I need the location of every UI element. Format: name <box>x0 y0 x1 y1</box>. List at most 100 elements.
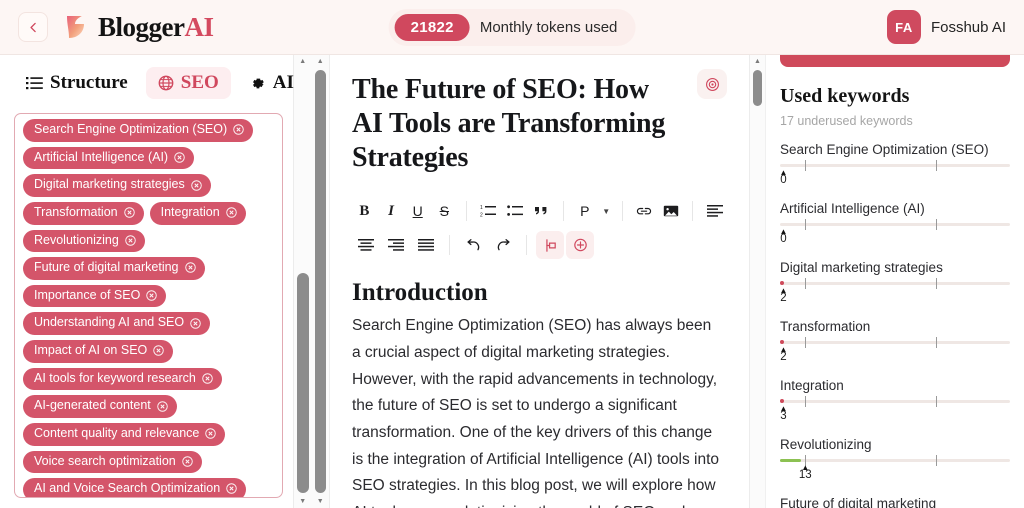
target-icon <box>705 77 719 91</box>
document-body[interactable]: Introduction Search Engine Optimization … <box>330 263 749 508</box>
keyword-tag[interactable]: Integration <box>149 201 246 225</box>
left-panel: Structure SEO AI Search Engine Optimizat… <box>0 55 294 508</box>
align-right-button[interactable] <box>382 231 410 259</box>
keyword-tag[interactable]: Voice search optimization <box>23 450 202 474</box>
right-scroll-track[interactable] <box>750 68 765 508</box>
remove-keyword-icon[interactable] <box>225 207 237 218</box>
remove-keyword-icon[interactable] <box>233 124 244 136</box>
keyword-tag[interactable]: Revolutionizing <box>23 229 145 253</box>
right-scroll-up-arrow-icon[interactable]: ▲ <box>750 55 765 68</box>
remove-keyword-icon[interactable] <box>174 152 185 163</box>
right-scroll-thumb[interactable] <box>753 70 762 106</box>
remove-keyword-icon[interactable] <box>182 456 193 467</box>
page-break-button[interactable] <box>536 231 564 260</box>
keyword-tag[interactable]: AI-generated content <box>23 395 177 418</box>
keyword-usage-label: Search Engine Optimization (SEO) <box>780 142 989 157</box>
remove-keyword-icon[interactable] <box>202 373 213 384</box>
align-justify-button[interactable] <box>412 231 440 259</box>
keyword-tag[interactable]: Understanding AI and SEO <box>23 312 211 335</box>
target-button[interactable] <box>697 69 727 99</box>
toolbar-row-2 <box>352 231 727 260</box>
panel-subtitle: 17 underused keywords <box>780 114 913 128</box>
tab-seo[interactable]: SEO <box>145 67 231 99</box>
scroll-track-inner[interactable] <box>312 68 330 495</box>
keyword-tag[interactable]: Importance of SEO <box>23 284 167 308</box>
keyword-usage-value-wrap: ▲ 2 <box>779 285 1010 305</box>
slider-start-dot <box>780 398 784 403</box>
tab-structure-label: Structure <box>50 72 128 93</box>
scrollbar-inner[interactable]: ▲ ▼ <box>311 55 330 508</box>
undo-button[interactable] <box>459 231 487 259</box>
keyword-tag[interactable]: Digital marketing strategies <box>23 174 211 197</box>
keyword-tag[interactable]: Impact of AI on SEO <box>23 340 174 363</box>
link-button[interactable] <box>632 197 657 225</box>
keyword-tag[interactable]: Future of digital marketing <box>23 257 205 280</box>
keyword-usage-value-wrap: ▲ 0 <box>779 226 1010 246</box>
right-panel-content: Used keywords 17 underused keywords Sear… <box>766 55 1024 508</box>
editor-toolbar: B I U S 1 2 P ▼ <box>352 191 727 263</box>
remove-keyword-icon[interactable] <box>190 317 201 329</box>
keyword-tag[interactable]: AI tools for keyword research <box>23 367 222 391</box>
primary-action-button[interactable] <box>780 55 1010 67</box>
scroll-down-arrow-icon[interactable]: ▼ <box>294 495 312 508</box>
brand-suffix-text: AI <box>184 11 214 42</box>
remove-keyword-icon[interactable] <box>125 235 136 246</box>
remove-keyword-icon[interactable] <box>153 345 164 357</box>
keyword-tag[interactable]: Content quality and relevance <box>23 422 226 446</box>
token-count-badge: 21822 <box>394 13 470 41</box>
insert-ai-button[interactable] <box>566 231 594 260</box>
scrollbar-outer[interactable]: ▲ ▼ <box>294 55 312 508</box>
remove-keyword-icon[interactable] <box>226 483 237 495</box>
bold-button[interactable]: B <box>352 197 377 225</box>
scroll-up-arrow-icon[interactable]: ▲ <box>294 55 312 68</box>
keyword-usage-value-wrap: ▲ 2 <box>779 344 1010 364</box>
redo-button[interactable] <box>489 231 517 259</box>
keyword-usage-row: Integration ▲ 3 <box>779 378 1010 423</box>
keyword-tag-label: Digital marketing strategies <box>34 177 185 192</box>
document-header: The Future of SEO: How AI Tools are Tran… <box>330 55 749 175</box>
ordered-list-button[interactable]: 1 2 <box>476 197 501 225</box>
brand-logo[interactable]: BloggerAI <box>62 12 214 43</box>
remove-keyword-icon[interactable] <box>205 428 217 439</box>
keyword-usage-value: 2 <box>780 292 787 304</box>
keyword-tag[interactable]: Search Engine Optimization (SEO) <box>23 119 254 142</box>
keyword-usage-value-wrap: ▲ 0 <box>779 167 1010 187</box>
remove-keyword-icon[interactable] <box>146 290 158 301</box>
chevron-down-icon[interactable]: ▼ <box>599 207 613 216</box>
paragraph-style-button[interactable]: P <box>572 197 597 225</box>
blockquote-button[interactable] <box>529 197 554 225</box>
bullet-list-button[interactable] <box>502 197 527 225</box>
remove-keyword-icon[interactable] <box>157 400 168 412</box>
scroll-thumb-outer[interactable] <box>297 272 309 493</box>
scroll-down-arrow-icon-2[interactable]: ▼ <box>312 495 330 508</box>
keyword-tag-box[interactable]: Search Engine Optimization (SEO) Artifici… <box>14 113 283 498</box>
remove-keyword-icon[interactable] <box>184 262 196 274</box>
scroll-thumb-inner[interactable] <box>314 70 326 493</box>
underline-button[interactable]: U <box>405 197 430 225</box>
list-icon <box>26 76 43 90</box>
keyword-tag-label: Integration <box>160 204 220 219</box>
toolbar-separator-6 <box>526 235 527 256</box>
italic-button[interactable]: I <box>379 197 404 225</box>
user-menu[interactable]: FA Fosshub AI <box>886 10 1006 44</box>
remove-keyword-icon[interactable] <box>123 207 135 218</box>
scroll-up-arrow-icon-2[interactable]: ▲ <box>312 55 330 68</box>
back-button[interactable] <box>18 12 48 42</box>
document-title[interactable]: The Future of SEO: How AI Tools are Tran… <box>352 73 672 175</box>
keyword-usage-row: Artificial Intelligence (AI) ▲ 0 <box>779 201 1010 246</box>
keyword-tag[interactable]: AI and Voice Search Optimization <box>23 478 247 497</box>
scroll-track-outer[interactable] <box>294 68 312 495</box>
keyword-usage-label: Future of digital marketing <box>780 496 937 508</box>
keyword-tag[interactable]: Artificial Intelligence (AI) <box>23 146 195 170</box>
logo-mark-icon <box>62 13 90 41</box>
toolbar-separator-1 <box>465 201 467 222</box>
right-scrollbar[interactable]: ▲ <box>750 55 766 508</box>
tab-structure[interactable]: Structure <box>14 67 140 99</box>
align-left-button[interactable] <box>702 197 727 225</box>
keyword-tag[interactable]: Transformation <box>23 201 144 225</box>
align-center-button[interactable] <box>352 231 380 259</box>
strikethrough-button[interactable]: S <box>432 197 457 225</box>
svg-text:2: 2 <box>480 213 483 219</box>
remove-keyword-icon[interactable] <box>191 179 202 191</box>
image-button[interactable] <box>659 197 684 225</box>
